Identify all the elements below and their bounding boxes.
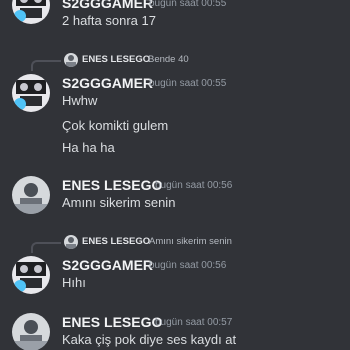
user-avatar-icon[interactable] <box>12 256 50 294</box>
message: ENES LESEGO bugün saat 00:56 Amını siker… <box>0 172 350 220</box>
reply-author[interactable]: ENES LESEGO <box>82 236 150 247</box>
message-text: Hıhı <box>62 275 86 290</box>
message-text: Ha ha ha <box>62 140 115 155</box>
reply-preview-text[interactable]: Bende 40 <box>148 54 189 65</box>
user-avatar-icon[interactable] <box>12 74 50 112</box>
message-timestamp: bugün saat 00:56 <box>155 180 233 191</box>
message-author[interactable]: S2GGGAMER <box>62 75 153 91</box>
message: ENES LESEGO Amını sikerim senin S2GGGAME… <box>0 232 350 302</box>
reply-connector <box>31 242 61 253</box>
message-text: Kaka çiş pok diye ses kaydı at <box>62 332 237 347</box>
user-avatar-icon[interactable] <box>12 176 50 214</box>
message-author[interactable]: S2GGGAMER <box>62 0 153 11</box>
chat-message-list: S2GGGAMER bugün saat 00:55 2 hafta sonra… <box>0 0 350 350</box>
reply-author[interactable]: ENES LESEGO <box>82 54 150 65</box>
message-author[interactable]: ENES LESEGO <box>62 314 162 330</box>
message-author[interactable]: ENES LESEGO <box>62 177 162 193</box>
message-timestamp: bugün saat 00:55 <box>149 78 227 89</box>
message: ENES LESEGO bugün saat 00:57 Kaka çiş po… <box>0 309 350 350</box>
reply-connector <box>31 60 61 71</box>
message-timestamp: bugün saat 00:55 <box>149 0 227 9</box>
reply-avatar-icon <box>64 235 78 249</box>
message-text: 2 hafta sonra 17 <box>62 13 156 28</box>
message: S2GGGAMER bugün saat 00:55 2 hafta sonra… <box>0 0 350 40</box>
message-text: Çok komikti gulem <box>62 118 169 133</box>
message-timestamp: bugün saat 00:57 <box>155 317 233 328</box>
reply-avatar-icon <box>64 53 78 67</box>
reply-preview-text[interactable]: Amını sikerim senin <box>149 236 232 247</box>
message-author[interactable]: S2GGGAMER <box>62 257 153 273</box>
message: ENES LESEGO Bende 40 S2GGGAMER bugün saa… <box>0 50 350 160</box>
user-avatar-icon[interactable] <box>12 0 50 24</box>
user-avatar-icon[interactable] <box>12 313 50 350</box>
message-text: Amını sikerim senin <box>62 195 176 210</box>
message-text: Hwhw <box>62 93 98 108</box>
message-timestamp: bugün saat 00:56 <box>149 260 227 271</box>
